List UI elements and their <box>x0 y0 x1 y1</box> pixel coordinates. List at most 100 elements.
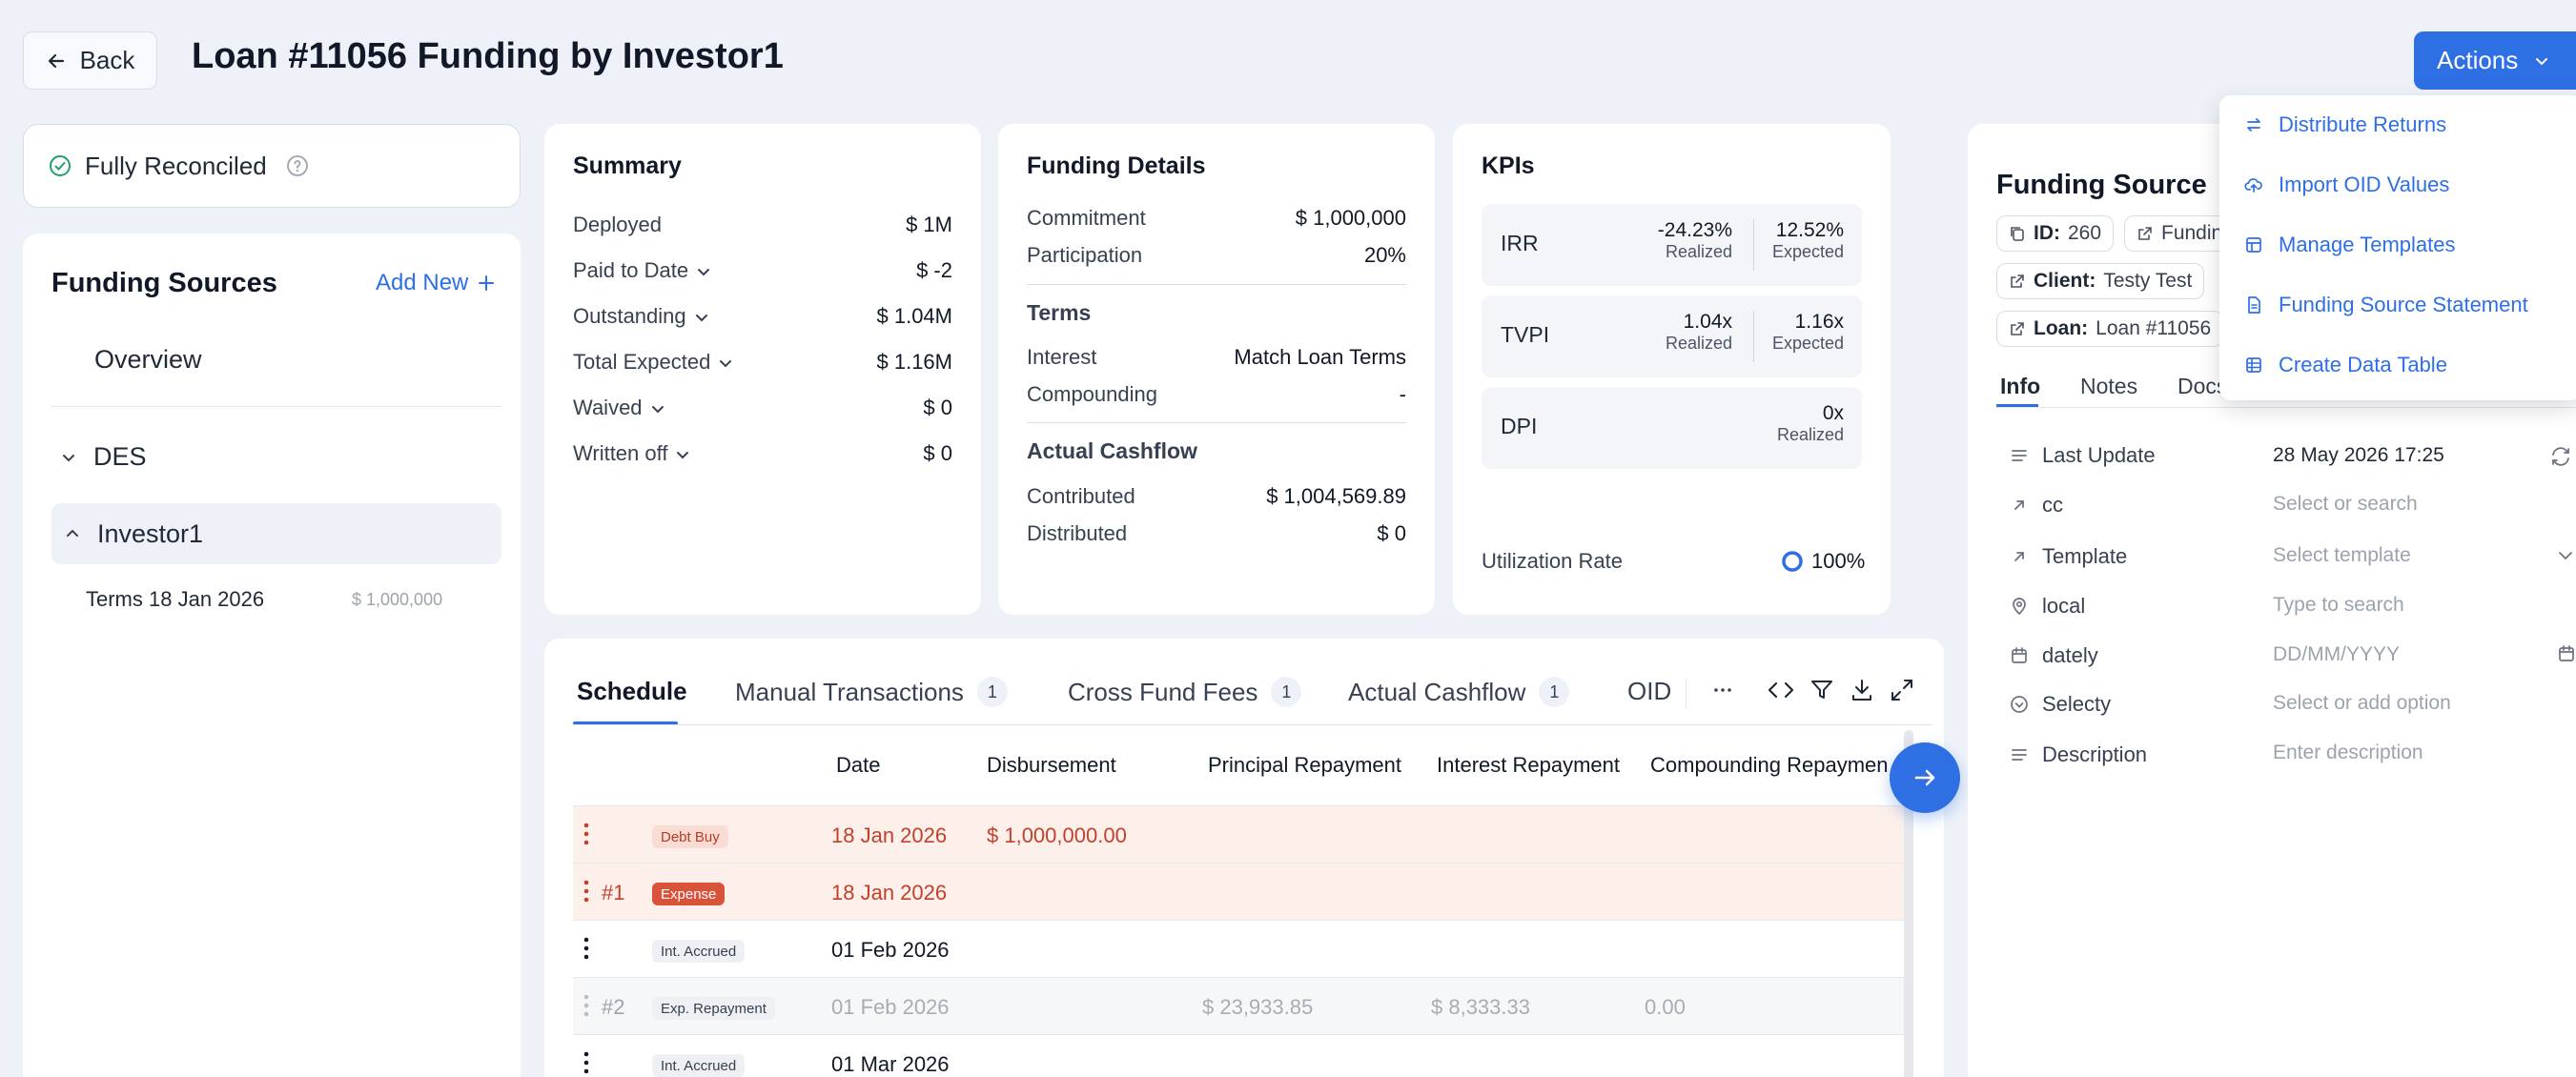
terms-heading: Terms <box>1027 300 1092 325</box>
summary-value: $ 0 <box>923 441 952 465</box>
calendar-icon[interactable] <box>2557 644 2576 663</box>
detail-row: Interest Match Loan Terms <box>1027 345 1406 370</box>
template-icon <box>2244 235 2263 254</box>
detail-row: Commitment $ 1,000,000 <box>1027 206 1406 231</box>
arrow-left-icon <box>46 51 67 71</box>
client-chip[interactable]: Client: Testy Test <box>1996 263 2205 299</box>
terms-item[interactable]: Terms 18 Jan 2026 <box>86 587 264 612</box>
field-label: Description <box>2042 742 2148 766</box>
detail-row: Participation 20% <box>1027 243 1406 268</box>
arrow-up-right-icon <box>2010 496 2029 515</box>
row-date: 01 Feb 2026 <box>831 938 950 962</box>
divider <box>1027 284 1406 285</box>
field-description: Description <box>2010 742 2147 767</box>
funding-sources-overview[interactable]: Overview <box>94 345 202 375</box>
tab-info[interactable]: Info <box>2000 374 2040 399</box>
location-pin-icon <box>2010 597 2029 616</box>
kpis-card: KPIs IRR -24.23% Realized 12.52% Expecte… <box>1453 124 1891 615</box>
id-chip[interactable]: ID: 260 <box>1996 215 2115 252</box>
kebab-icon[interactable] <box>583 934 590 963</box>
refresh-icon[interactable] <box>2549 446 2572 467</box>
divider <box>1686 679 1687 709</box>
menu-item-import-oid-values[interactable]: Import OID Values <box>2244 173 2449 197</box>
tab-label: Actual Cashflow <box>1348 677 1526 706</box>
summary-row[interactable]: Waived $ 0 <box>573 396 952 420</box>
column-header[interactable]: Disbursement <box>987 753 1116 778</box>
realized-caption: Realized <box>1665 242 1732 261</box>
table-row[interactable]: #1 Expense 18 Jan 2026 <box>573 864 1904 921</box>
investor-item[interactable]: Investor1 <box>51 503 501 564</box>
kebab-icon[interactable] <box>583 820 590 848</box>
loan-chip[interactable]: Loan: Loan #11056 <box>1996 311 2224 347</box>
kpi-realized: 1.04x Realized <box>1666 311 1732 354</box>
chevron-down-icon <box>694 310 709 325</box>
table-row[interactable]: Int. Accrued 01 Feb 2026 <box>573 921 1904 978</box>
selecty-select[interactable]: Select or add option <box>2273 692 2451 715</box>
field-label: Template <box>2042 544 2128 568</box>
more-icon[interactable] <box>1711 677 1734 703</box>
download-icon[interactable] <box>1849 677 1875 703</box>
tab-actual-cashflow[interactable]: Actual Cashflow 1 <box>1348 677 1570 707</box>
row-date: 01 Feb 2026 <box>831 995 950 1019</box>
table-row[interactable]: #2 Exp. Repayment 01 Feb 2026 $ 23,933.8… <box>573 978 1904 1035</box>
menu-item-create-data-table[interactable]: Create Data Table <box>2244 353 2447 377</box>
commitment-label: Commitment <box>1027 206 1146 230</box>
divider <box>51 406 501 407</box>
chevron-down-icon <box>61 450 76 465</box>
kebab-icon[interactable] <box>583 991 590 1020</box>
column-header[interactable]: Interest Repayment <box>1437 753 1620 778</box>
table-row[interactable]: Debt Buy 18 Jan 2026 $ 1,000,000.00 <box>573 806 1904 864</box>
dpi-realized-value: 0x <box>1822 402 1844 424</box>
client-value: Testy Test <box>2103 270 2193 292</box>
funding-group-label: DES <box>93 442 147 471</box>
tab-schedule[interactable]: Schedule <box>577 677 687 706</box>
field-label: cc <box>2042 493 2063 517</box>
divider <box>1996 407 2576 408</box>
filter-icon[interactable] <box>1809 677 1835 703</box>
tab-oid[interactable]: OID <box>1627 677 1671 706</box>
detail-row: Compounding - <box>1027 382 1406 407</box>
funding-group-des[interactable]: DES <box>61 442 147 472</box>
cc-input[interactable]: Select or search <box>2273 493 2418 516</box>
kebab-icon[interactable] <box>583 1048 590 1077</box>
client-label: Client: <box>2034 270 2096 292</box>
tab-cross-fund-fees[interactable]: Cross Fund Fees 1 <box>1068 677 1302 707</box>
kebab-icon[interactable] <box>583 877 590 905</box>
menu-item-manage-templates[interactable]: Manage Templates <box>2244 233 2456 257</box>
summary-row: Deployed $ 1M <box>573 213 952 237</box>
summary-row[interactable]: Total Expected $ 1.16M <box>573 350 952 375</box>
template-select[interactable]: Select template <box>2273 544 2411 567</box>
summary-row[interactable]: Written off $ 0 <box>573 441 952 466</box>
column-header[interactable]: Date <box>836 753 880 778</box>
tab-manual-transactions[interactable]: Manual Transactions 1 <box>735 677 1008 707</box>
kpi-label: IRR <box>1501 231 1539 255</box>
column-header[interactable]: Compounding Repaymen <box>1650 753 1904 778</box>
menu-item-funding-source-statement[interactable]: Funding Source Statement <box>2244 293 2528 317</box>
distributed-value: $ 0 <box>1377 521 1406 545</box>
local-input[interactable]: Type to search <box>2273 594 2404 617</box>
field-dately: dately <box>2010 643 2098 668</box>
code-icon[interactable] <box>1767 677 1795 703</box>
table-row[interactable]: Int. Accrued 01 Mar 2026 <box>573 1035 1904 1077</box>
help-icon[interactable] <box>286 154 309 177</box>
menu-item-distribute-returns[interactable]: Distribute Returns <box>2244 112 2446 137</box>
description-input[interactable]: Enter description <box>2273 742 2423 764</box>
realized-caption: Realized <box>1665 334 1732 353</box>
back-button[interactable]: Back <box>23 31 157 90</box>
divider <box>573 724 1932 725</box>
summary-label: Paid to Date <box>573 258 689 282</box>
summary-label: Written off <box>573 441 668 465</box>
tab-notes[interactable]: Notes <box>2080 374 2137 399</box>
last-update-value: 28 May 2026 17:25 <box>2273 444 2444 466</box>
actions-button[interactable]: Actions <box>2414 31 2576 90</box>
dately-input[interactable]: DD/MM/YYYY <box>2273 643 2400 666</box>
add-new-button[interactable]: Add New <box>376 270 495 296</box>
summary-row[interactable]: Outstanding $ 1.04M <box>573 304 952 329</box>
summary-row[interactable]: Paid to Date $ -2 <box>573 258 952 283</box>
chevron-down-icon[interactable] <box>2557 548 2574 563</box>
column-header[interactable]: Principal Repayment <box>1208 753 1401 778</box>
scroll-right-button[interactable] <box>1890 742 1960 813</box>
page-title: Loan #11056 Funding by Investor1 <box>192 36 784 76</box>
funding-source-title: Funding Source <box>1996 170 2207 200</box>
expand-icon[interactable] <box>1889 677 1915 703</box>
